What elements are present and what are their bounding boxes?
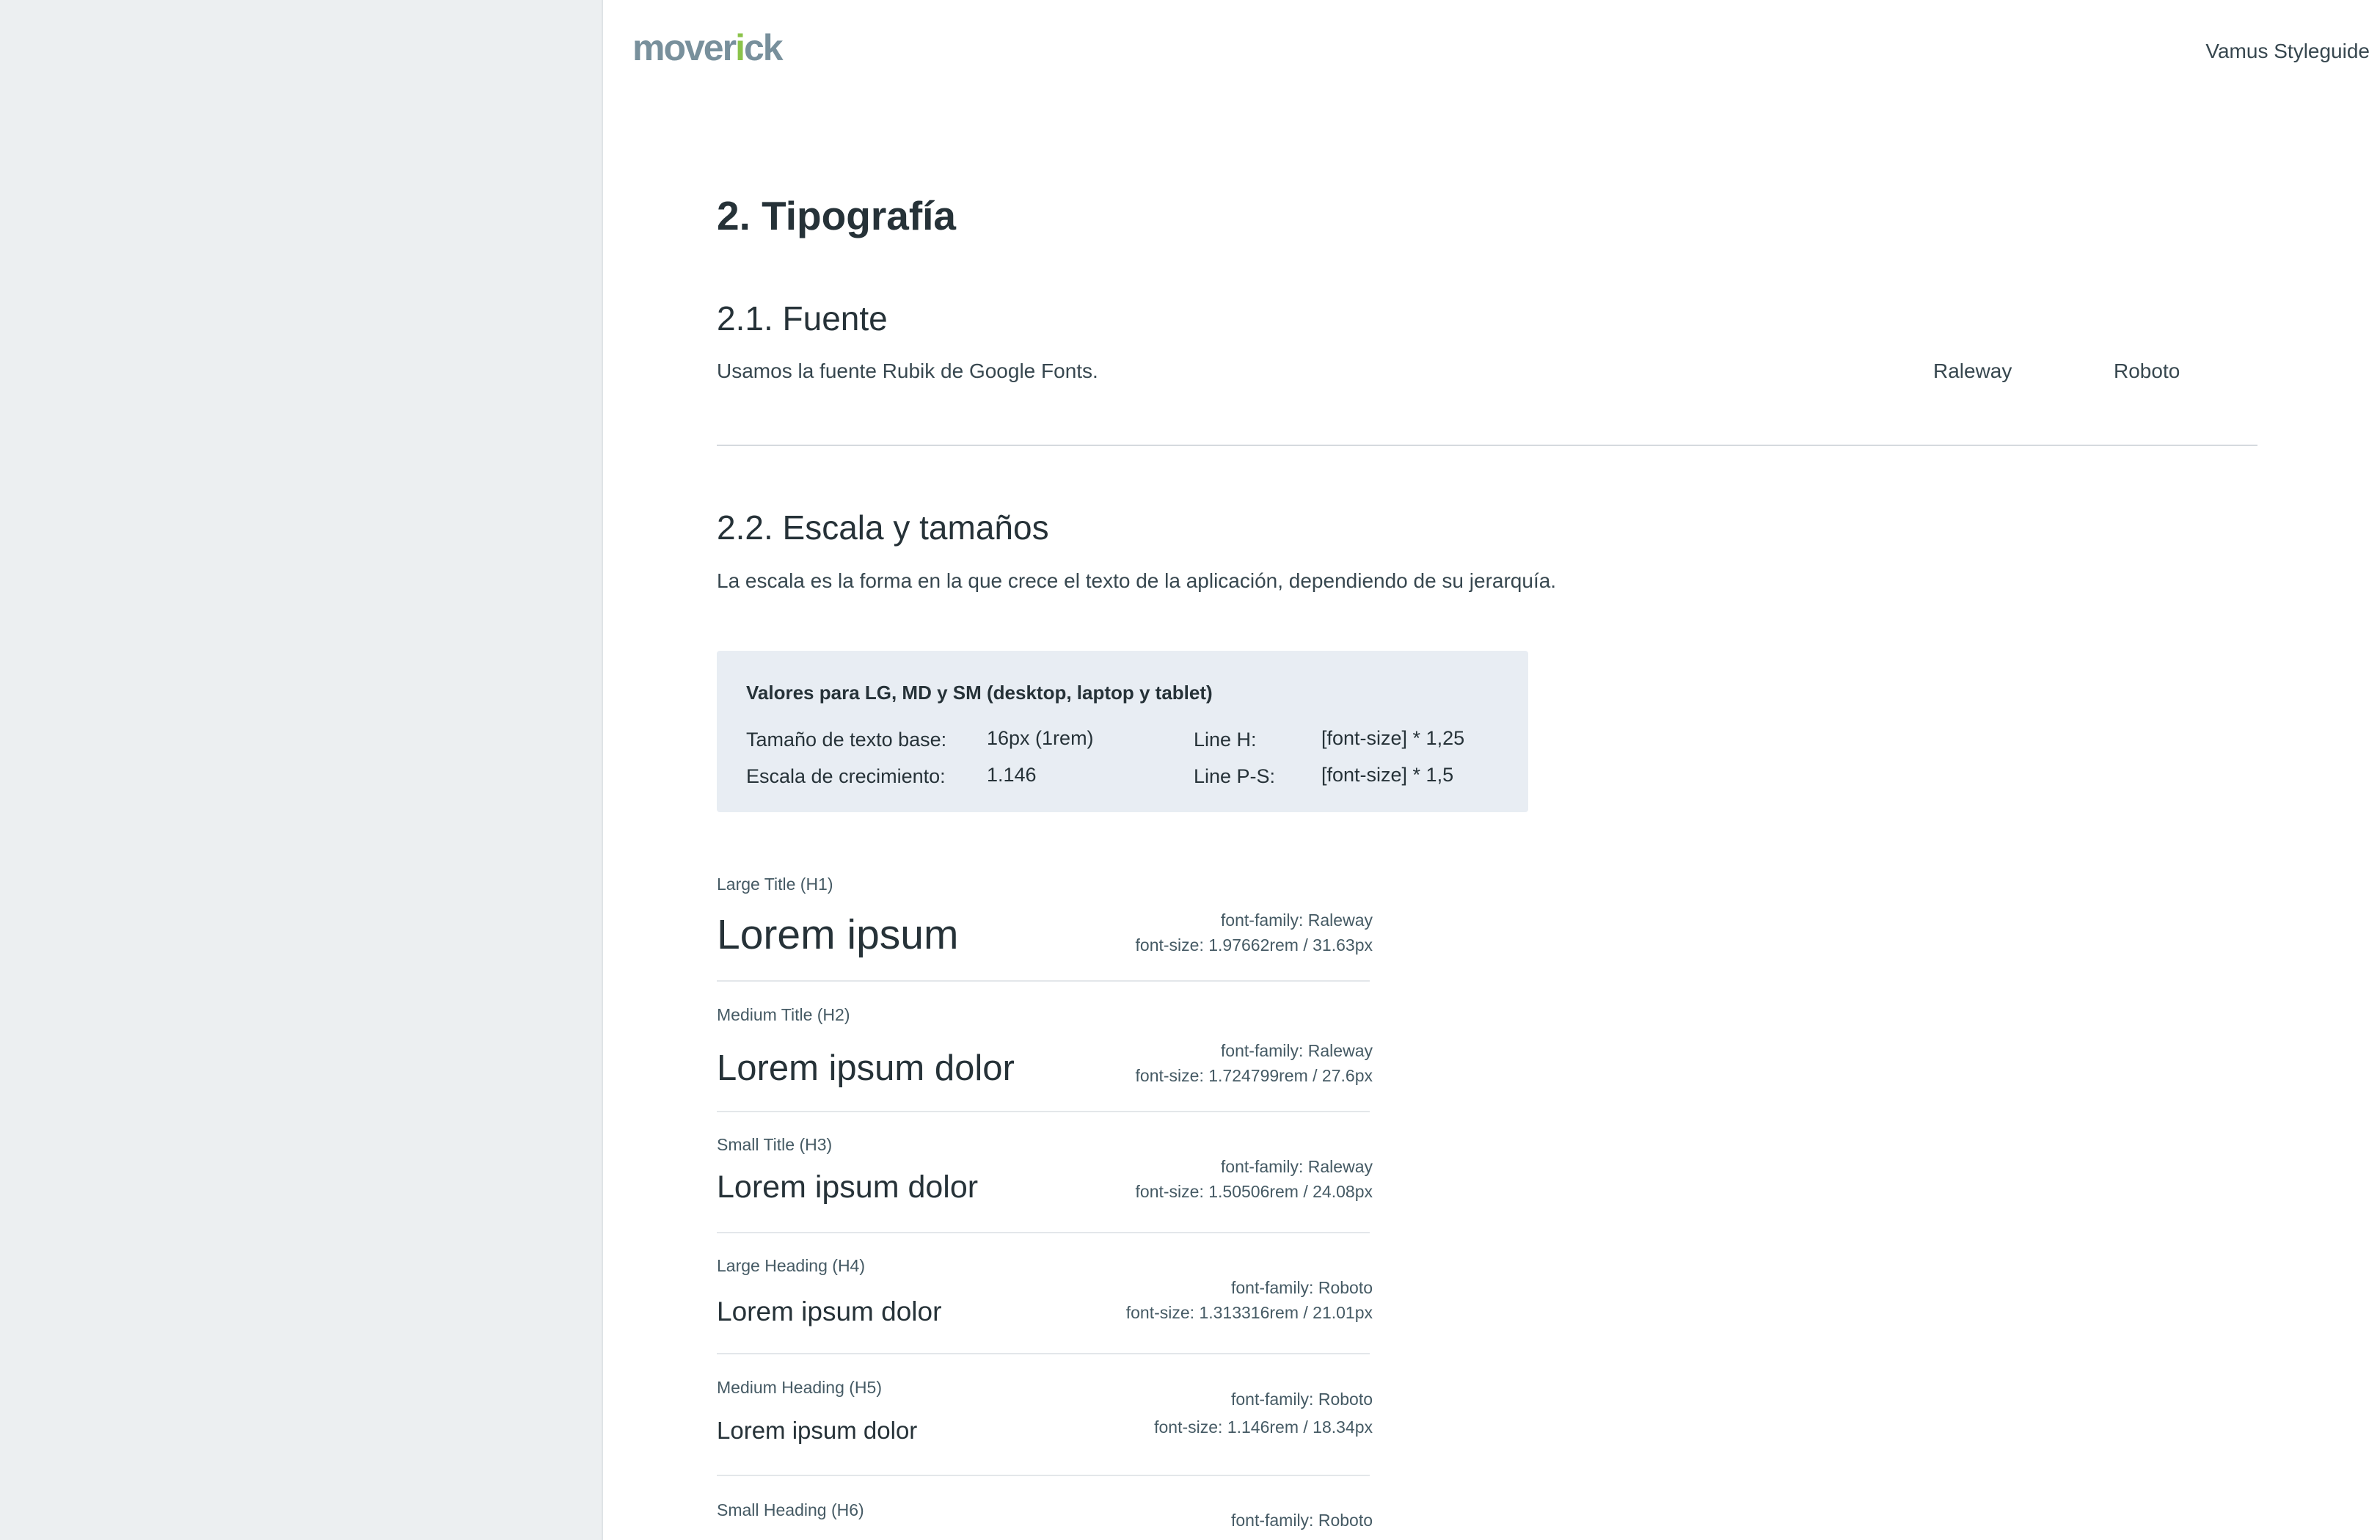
type-sample: Lorem ipsum dolor xyxy=(717,1296,942,1326)
type-row-h5: Medium Heading (H5) Lorem ipsum dolor fo… xyxy=(717,1376,1373,1476)
line-ps-label: Line P-S: xyxy=(1194,765,1276,787)
type-label: Medium Heading (H5) xyxy=(717,1378,882,1397)
type-family: font-family: Roboto xyxy=(1230,1390,1373,1409)
type-row-h4: Large Heading (H4) Lorem ipsum dolor fon… xyxy=(717,1255,1373,1354)
styleguide-link[interactable]: Vamus Styleguide xyxy=(2205,40,2370,63)
scale-subsection-title: 2.2. Escala y tamaños xyxy=(717,508,1049,547)
base-size-label: Tamaño de texto base: xyxy=(746,729,947,751)
type-meta: font-family: Raleway font-size: 1.50506r… xyxy=(1136,1154,1373,1204)
growth-scale-label: Escala de crecimiento: xyxy=(746,765,946,787)
type-family: font-family: Raleway xyxy=(1220,1041,1373,1060)
line-h-value: [font-size] * 1,25 xyxy=(1321,727,1465,749)
type-size: font-size: 1.313316rem / 21.01px xyxy=(1125,1303,1373,1322)
type-label: Small Title (H3) xyxy=(717,1135,833,1154)
type-family: font-family: Raleway xyxy=(1220,1157,1373,1176)
type-label: Small Heading (H6) xyxy=(717,1500,864,1519)
values-box-title: Valores para LG, MD y SM (desktop, lapto… xyxy=(746,682,1213,704)
type-meta: font-family: Raleway font-size: 1.724799… xyxy=(1136,1038,1373,1088)
base-size-value: 16px (1rem) xyxy=(987,727,1094,749)
type-size: font-size: 1.50506rem / 24.08px xyxy=(1135,1182,1373,1201)
top-bar: moverick Vamus Styleguide xyxy=(603,0,2380,103)
type-size: font-size: 1.97662rem / 31.63px xyxy=(1135,935,1373,955)
logo-text-end: ck xyxy=(743,27,784,68)
font-subsection-title: 2.1. Fuente xyxy=(717,299,888,337)
logo[interactable]: moverick xyxy=(632,26,784,69)
sidebar xyxy=(0,0,603,1540)
type-meta: font-family: Roboto xyxy=(1231,1508,1373,1533)
type-meta: font-family: Roboto font-size: 1.313316r… xyxy=(1126,1275,1373,1325)
scale-description: La escala es la forma en la que crece el… xyxy=(717,569,1557,592)
values-box: Valores para LG, MD y SM (desktop, lapto… xyxy=(717,651,1528,812)
type-row-h6: Small Heading (H6) font-family: Roboto xyxy=(717,1499,1373,1540)
type-sample: Lorem ipsum dolor xyxy=(717,1169,979,1205)
type-family: font-family: Roboto xyxy=(1230,1511,1373,1530)
type-sample: Lorem ipsum dolor xyxy=(717,1048,1015,1088)
font-description: Usamos la fuente Rubik de Google Fonts. xyxy=(717,360,1098,382)
type-family: font-family: Raleway xyxy=(1220,911,1373,930)
type-family: font-family: Roboto xyxy=(1230,1278,1373,1297)
type-label: Large Heading (H4) xyxy=(717,1256,866,1275)
type-label: Large Title (H1) xyxy=(717,875,833,894)
logo-text: mover xyxy=(632,27,737,68)
growth-scale-value: 1.146 xyxy=(987,764,1037,786)
section-divider xyxy=(717,445,2257,446)
type-row-h1: Large Title (H1) Lorem ipsum font-family… xyxy=(717,873,1373,982)
type-meta: font-family: Roboto font-size: 1.146rem … xyxy=(1154,1385,1373,1441)
section-title: 2. Tipografía xyxy=(717,193,956,238)
type-label: Medium Title (H2) xyxy=(717,1005,850,1024)
logo-accent: i xyxy=(735,27,745,68)
type-sample: Lorem ipsum dolor xyxy=(717,1417,918,1444)
type-row-h3: Small Title (H3) Lorem ipsum dolor font-… xyxy=(717,1134,1373,1233)
type-meta: font-family: Raleway font-size: 1.97662r… xyxy=(1136,908,1373,957)
font-sample-raleway: Raleway xyxy=(1933,360,2012,382)
type-row-h2: Medium Title (H2) Lorem ipsum dolor font… xyxy=(717,1004,1373,1112)
line-h-label: Line H: xyxy=(1194,729,1257,751)
line-ps-value: [font-size] * 1,5 xyxy=(1321,764,1454,786)
type-sample: Lorem ipsum xyxy=(717,911,959,958)
type-size: font-size: 1.724799rem / 27.6px xyxy=(1135,1066,1373,1085)
type-size: font-size: 1.146rem / 18.34px xyxy=(1154,1417,1373,1437)
font-sample-roboto: Roboto xyxy=(2114,360,2180,382)
